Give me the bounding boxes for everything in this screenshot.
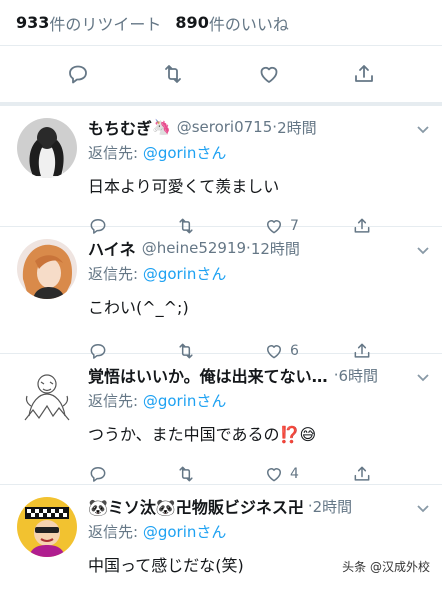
- tweet-text: 日本より可愛くて羨ましい: [88, 177, 280, 196]
- mention-link[interactable]: @gorin: [143, 265, 197, 283]
- user-display-name[interactable]: ハイネ: [88, 236, 136, 260]
- chevron-down-icon[interactable]: [416, 499, 430, 518]
- share-icon[interactable]: [352, 62, 376, 86]
- mention-suffix[interactable]: さん: [196, 144, 226, 162]
- reply-tweet[interactable]: もちむぎ 🦄 @serori0715 · 2時間 返信先: @gorinさん 日…: [0, 106, 442, 234]
- user-display-name[interactable]: 覚悟はいいか。俺は出来てない…: [88, 363, 328, 387]
- timestamp[interactable]: 12時間: [251, 238, 300, 259]
- reply-button[interactable]: [88, 464, 176, 484]
- avatar[interactable]: [17, 239, 77, 299]
- reply-to-label: 返信先:: [88, 392, 143, 410]
- watermark: 头条 @汉成外校: [338, 557, 434, 576]
- like-button[interactable]: 4: [264, 464, 352, 484]
- retweet-icon[interactable]: [161, 62, 185, 86]
- user-handle[interactable]: @serori0715: [177, 118, 273, 136]
- timestamp[interactable]: 6時間: [338, 365, 378, 386]
- reply-icon[interactable]: [66, 62, 90, 86]
- avatar[interactable]: [17, 118, 77, 178]
- reply-to-line: 返信先: @gorinさん: [88, 390, 442, 411]
- share-button[interactable]: [352, 464, 440, 484]
- timestamp[interactable]: 2時間: [313, 496, 353, 517]
- reply-icon: [88, 464, 108, 484]
- chevron-down-icon[interactable]: [416, 241, 430, 260]
- retweet-icon: [176, 464, 196, 484]
- reply-to-label: 返信先:: [88, 523, 143, 541]
- share-icon: [352, 464, 372, 484]
- mention-suffix[interactable]: さん: [196, 392, 226, 410]
- retweet-count-label[interactable]: 件のリツイート: [49, 11, 161, 35]
- reply-to-label: 返信先:: [88, 144, 143, 162]
- timestamp[interactable]: 2時間: [277, 117, 317, 138]
- retweet-count[interactable]: 933: [16, 13, 49, 32]
- reply-to-line: 返信先: @gorinさん: [88, 521, 442, 542]
- reply-to-line: 返信先: @gorinさん: [88, 142, 442, 163]
- reply-tweet[interactable]: 覚悟はいいか。俺は出来てない… · 6時間 返信先: @gorinさん つうか、…: [0, 354, 442, 485]
- mention-link[interactable]: @gorin: [143, 523, 197, 541]
- tweet-action-bar: [0, 46, 442, 102]
- tweet-text: こわい(^_^;): [88, 298, 189, 317]
- like-count: 4: [290, 466, 299, 482]
- reply-header: 覚悟はいいか。俺は出来てない… · 6時間: [88, 362, 442, 388]
- tweet-stats: 933 件のリツイート 890 件のいいね: [0, 0, 442, 45]
- avatar[interactable]: [17, 497, 77, 557]
- mention-link[interactable]: @gorin: [143, 144, 197, 162]
- heart-icon: [264, 464, 284, 484]
- reply-header: 🐼ミソ汰🐼卍物販ビジネス卍 · 2時間: [88, 493, 442, 519]
- user-display-name[interactable]: もちむぎ: [88, 115, 152, 139]
- mention-link[interactable]: @gorin: [143, 392, 197, 410]
- user-handle[interactable]: @heine52919: [142, 239, 246, 257]
- chevron-down-icon[interactable]: [416, 368, 430, 387]
- reply-tweet[interactable]: 🐼ミソ汰🐼卍物販ビジネス卍 · 2時間 返信先: @gorinさん 中国って感じ…: [0, 485, 442, 613]
- like-count[interactable]: 890: [175, 13, 208, 32]
- avatar[interactable]: [17, 366, 77, 426]
- like-count-label[interactable]: 件のいいね: [209, 11, 289, 35]
- reply-header: もちむぎ 🦄 @serori0715 · 2時間: [88, 114, 442, 140]
- tweet-text: つうか、また中国であるの⁉️😅: [88, 425, 317, 444]
- mention-suffix[interactable]: さん: [196, 523, 226, 541]
- heart-icon[interactable]: [257, 62, 281, 86]
- reply-to-line: 返信先: @gorinさん: [88, 263, 442, 284]
- reply-tweet[interactable]: ハイネ @heine52919 · 12時間 返信先: @gorinさん こわい…: [0, 227, 442, 359]
- mention-suffix[interactable]: さん: [196, 265, 226, 283]
- unicorn-emoji: 🦄: [152, 118, 171, 136]
- reply-header: ハイネ @heine52919 · 12時間: [88, 235, 442, 261]
- reply-to-label: 返信先:: [88, 265, 143, 283]
- retweet-button[interactable]: [176, 464, 264, 484]
- user-display-name[interactable]: 🐼ミソ汰🐼卍物販ビジネス卍: [88, 494, 304, 518]
- chevron-down-icon[interactable]: [416, 120, 430, 139]
